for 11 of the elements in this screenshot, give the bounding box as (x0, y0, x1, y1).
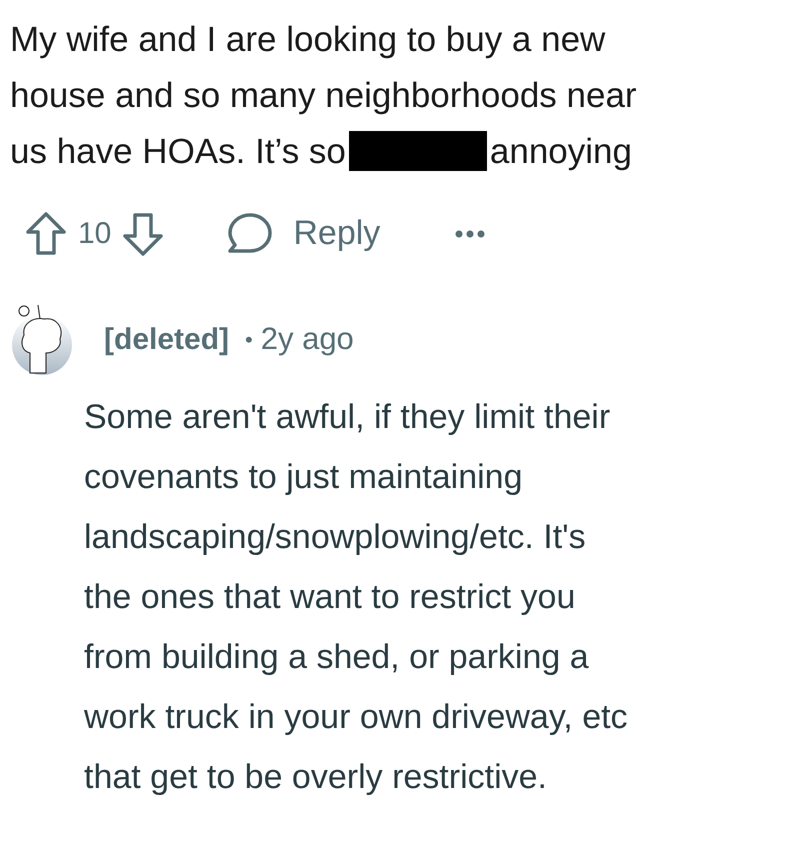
reply-button[interactable]: Reply (227, 208, 380, 259)
comment-icon (227, 212, 274, 256)
upvote-icon (24, 210, 68, 256)
vote-score: 10 (78, 216, 112, 252)
comment-time: 2y ago (260, 320, 354, 358)
post-text: My wife and I are looking to buy a new house and so many neighborhoods near us have HOAs. It’s so annoying (10, 19, 637, 173)
comment-text: Some aren't awful, if they limit their covenants to just maintaining landscaping/snowplowing/etc. It's the ones that want to restrict you from building a shed, or parking a work truck in your own driveway, etc that get to be overly restrictive. (84, 397, 628, 798)
downvote-icon (121, 210, 166, 256)
more-icon (455, 230, 486, 238)
separator-dot: • (245, 326, 253, 354)
author-name[interactable]: [deleted] (104, 316, 230, 362)
